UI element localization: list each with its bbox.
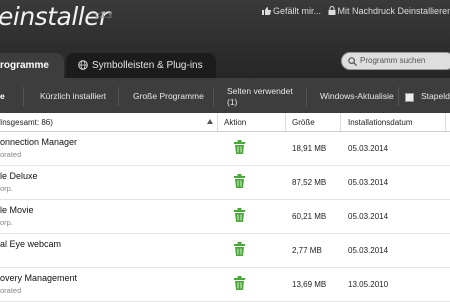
filter-bar: e Kürzlich installiert Große Programme S…	[0, 78, 450, 113]
program-size: 18,91 MB	[292, 144, 327, 153]
admin-uninstall-label: Mit Nachdruck Deinstallieren	[337, 6, 450, 16]
table-row[interactable]: le Movie orp. 60,21 MB 05.03.2014	[0, 200, 450, 234]
lock-icon	[328, 6, 336, 15]
tab-programme[interactable]: rogramme	[0, 53, 64, 78]
globe-icon	[78, 60, 88, 70]
divider	[118, 87, 119, 106]
trash-icon[interactable]	[234, 208, 245, 222]
sort-up-icon[interactable]	[207, 119, 213, 124]
title-bar: einstaller v3.3 Gefällt mir... Mit Nachd…	[0, 0, 450, 78]
program-size: 87,52 MB	[292, 178, 327, 187]
divider	[398, 87, 399, 106]
table-row[interactable]: le Deluxe orp. 87,52 MB 05.03.2014	[0, 166, 450, 200]
program-name: le Movie	[0, 205, 34, 215]
col-size[interactable]: Größe	[292, 118, 315, 127]
trash-icon[interactable]	[234, 140, 245, 154]
program-name: onnection Manager	[0, 137, 78, 147]
program-name: al Eye webcam	[0, 239, 62, 249]
program-publisher: orated	[0, 150, 22, 159]
program-publisher: orp.	[0, 218, 13, 227]
divider	[306, 87, 307, 106]
admin-uninstall-link[interactable]: Mit Nachdruck Deinstallieren	[324, 6, 450, 16]
subtab-all[interactable]: e	[0, 91, 5, 101]
batch-checkbox[interactable]	[405, 93, 414, 102]
search-icon	[348, 57, 357, 66]
col-name[interactable]: Insgesamt: 86)	[0, 118, 53, 127]
batch-label: Stapelde	[421, 91, 450, 101]
install-date: 13.05.2010	[348, 280, 389, 289]
tab-programme-label: rogramme	[0, 60, 49, 71]
trash-icon[interactable]	[234, 276, 245, 290]
program-publisher: orated	[0, 286, 22, 295]
trash-icon[interactable]	[234, 242, 245, 256]
divider	[213, 87, 214, 106]
tab-toolbars-plugins[interactable]: Symbolleisten & Plug-ins	[66, 53, 216, 78]
table-row[interactable]: al Eye webcam 2,77 MB 05.03.2014	[0, 234, 450, 268]
program-size: 60,21 MB	[292, 212, 327, 221]
install-date: 05.03.2014	[348, 212, 389, 221]
like-link[interactable]: Gefällt mir...	[262, 6, 321, 16]
subtab-large[interactable]: Große Programme	[133, 91, 204, 101]
rarely-used-count: (1)	[227, 97, 238, 107]
subtab-rarely-used[interactable]: Selten verwendet (1)	[227, 86, 293, 108]
program-name: overy Management	[0, 273, 78, 283]
app-title: einstaller	[0, 2, 109, 31]
search-placeholder: Programm suchen	[360, 56, 426, 65]
table-row[interactable]: overy Management orated 13,69 MB 13.05.2…	[0, 268, 450, 302]
install-date: 05.03.2014	[348, 246, 389, 255]
divider	[23, 87, 24, 106]
top-links: Gefällt mir... Mit Nachdruck Deinstallie…	[262, 6, 450, 16]
subtab-recent[interactable]: Kürzlich installiert	[40, 91, 106, 101]
like-link-label: Gefällt mir...	[273, 6, 322, 16]
thumbs-up-icon	[262, 7, 271, 15]
divider	[340, 113, 341, 131]
install-date: 05.03.2014	[348, 144, 389, 153]
rarely-used-label: Selten verwendet	[227, 86, 293, 96]
program-name: le Deluxe	[0, 171, 38, 181]
col-action[interactable]: Aktion	[224, 118, 246, 127]
trash-icon[interactable]	[234, 174, 245, 188]
table-row[interactable]: onnection Manager orated 18,91 MB 05.03.…	[0, 132, 450, 166]
search-input[interactable]: Programm suchen	[341, 52, 450, 70]
divider	[285, 113, 286, 131]
table-header: Insgesamt: 86) Aktion Größe Installation…	[0, 113, 450, 132]
subtab-windows-updates[interactable]: Windows-Aktualisie	[320, 91, 394, 101]
program-size: 2,77 MB	[292, 246, 322, 255]
tab-toolbars-label: Symbolleisten & Plug-ins	[92, 60, 203, 71]
program-size: 13,69 MB	[292, 280, 327, 289]
divider	[445, 113, 446, 131]
install-date: 05.03.2014	[348, 178, 389, 187]
col-date[interactable]: Installationsdatum	[348, 118, 412, 127]
divider	[217, 113, 218, 131]
app-version: v3.3	[95, 10, 113, 20]
program-publisher: orp.	[0, 184, 13, 193]
